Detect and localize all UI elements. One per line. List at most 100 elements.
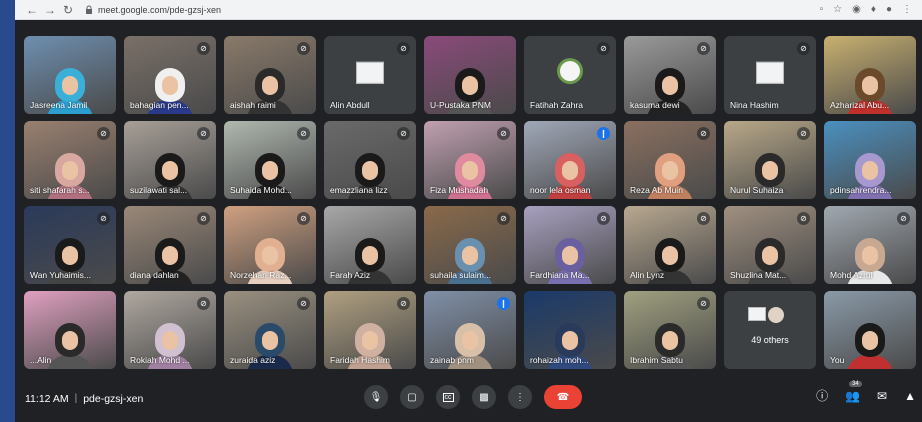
participant-tile[interactable]: ⊘ Wan Yuhaimis... (24, 206, 116, 284)
participant-tile[interactable]: ❙ zainab pnm (424, 291, 516, 369)
participant-tile[interactable]: ⊘ Nina Hashim (724, 36, 816, 114)
participant-name: Fardhiana Ma... (530, 270, 590, 280)
lock-icon (86, 5, 92, 14)
participant-name: siti shafarah s... (30, 185, 90, 195)
mic-off-icon: ⊘ (797, 212, 810, 225)
participant-name: rohaizah moh... (530, 355, 589, 365)
participant-name: Alin Lynz (630, 270, 665, 280)
participant-tile[interactable]: ❙ noor lela osman (524, 121, 616, 199)
participant-tile[interactable]: rohaizah moh... (524, 291, 616, 369)
participant-tile[interactable]: ⊘ bahagian pen... (124, 36, 216, 114)
avatar (768, 307, 784, 323)
others-tile[interactable]: 49 others (724, 291, 816, 369)
participant-tile[interactable]: U-Pustaka PNM (424, 36, 516, 114)
participant-name: Reza Ab Muin (630, 185, 683, 195)
participant-name: Farah Aziz (330, 270, 371, 280)
participant-tile[interactable]: Azharizal Abu... (824, 36, 916, 114)
mic-off-icon: ⊘ (197, 297, 210, 310)
image-placeholder-icon (756, 61, 784, 84)
activities-icon[interactable]: ▲ (904, 389, 916, 403)
participant-tile[interactable]: ⊘ Norzehan Raz... (224, 206, 316, 284)
participant-tile[interactable]: ⊘ Alin Lynz (624, 206, 716, 284)
mic-off-icon: ⊘ (397, 42, 410, 55)
participant-tile[interactable]: ⊘ Faridah Hashim (324, 291, 416, 369)
phone-hangup-icon: ☎ (556, 391, 570, 403)
participant-name: Rokiah Mohd ... (130, 355, 190, 365)
image-placeholder-icon (748, 307, 766, 321)
puzzle-icon[interactable]: ♦ (871, 4, 876, 15)
participant-tile[interactable]: ...Alin (24, 291, 116, 369)
menu-icon[interactable]: ⋮ (902, 4, 912, 15)
participant-tile[interactable]: ⊘ Fardhiana Ma... (524, 206, 616, 284)
video-icon: ▢ (407, 391, 417, 403)
participant-tile[interactable]: ⊘ Mohd Azrul (824, 206, 916, 284)
speaking-indicator-icon: ❙ (497, 297, 510, 310)
present-button[interactable]: ▩ (472, 385, 496, 409)
speaking-indicator-icon: ❙ (597, 127, 610, 140)
participant-tile[interactable]: ⊘ Nurul Suhaiza (724, 121, 816, 199)
mic-off-icon: ⊘ (397, 297, 410, 310)
profile-icon[interactable]: ● (886, 4, 892, 15)
participant-tile[interactable]: You (824, 291, 916, 369)
participant-tile[interactable]: ⊘ Rokiah Mohd ... (124, 291, 216, 369)
participant-tile[interactable]: ⊘ emazzliana lizz (324, 121, 416, 199)
back-icon[interactable]: ← (23, 3, 41, 17)
mic-off-icon: ⊘ (697, 212, 710, 225)
participant-name: Suhaida Mohd... (230, 185, 292, 195)
participant-tile[interactable]: ⊘ aishah raimi (224, 36, 316, 114)
participant-name: Mohd Azrul (830, 270, 873, 280)
participant-tile[interactable]: ⊘ Reza Ab Muin (624, 121, 716, 199)
participant-tile[interactable]: pdinsahrendra... (824, 121, 916, 199)
participant-tile[interactable]: Farah Aziz (324, 206, 416, 284)
captions-button[interactable]: cc (436, 385, 460, 409)
participant-tile[interactable]: ⊘ Fatihah Zahra (524, 36, 616, 114)
star-icon[interactable]: ☆ (833, 4, 842, 15)
participant-tile[interactable]: ⊘ suzilawati sal... (124, 121, 216, 199)
people-icon: 👥 (845, 388, 861, 403)
participant-tile[interactable]: Jasreena Jamil (24, 36, 116, 114)
more-options-button[interactable]: ⋮ (508, 385, 532, 409)
participant-tile[interactable]: ⊘ suhaila sulaim... (424, 206, 516, 284)
participant-tile[interactable]: ⊘ zuraida aziz (224, 291, 316, 369)
forward-icon[interactable]: → (41, 3, 59, 17)
more-vert-icon: ⋮ (515, 391, 525, 403)
participant-tile[interactable]: ⊘ Fiza Mushadah (424, 121, 516, 199)
participant-name: Wan Yuhaimis... (30, 270, 91, 280)
participant-tile[interactable]: ⊘ siti shafarah s... (24, 121, 116, 199)
participant-tile[interactable]: ⊘ Alin Abdull (324, 36, 416, 114)
address-bar[interactable]: meet.google.com/pde-gzsj-xen (85, 2, 820, 18)
camera-button[interactable]: ▢ (400, 385, 424, 409)
participant-name: Ibrahim Sabtu (630, 355, 683, 365)
participant-name: U-Pustaka PNM (430, 100, 491, 110)
mic-off-icon: ⊘ (597, 212, 610, 225)
participant-tile[interactable]: ⊘ Ibrahim Sabtu (624, 291, 716, 369)
extension-icon[interactable]: ◉ (852, 4, 861, 15)
participant-name: You (830, 355, 845, 365)
microphone-button[interactable]: 🎙 (364, 385, 388, 409)
mic-off-icon: ⊘ (597, 42, 610, 55)
mic-off-icon: ⊘ (497, 127, 510, 140)
participant-tile[interactable]: ⊘ Shuzlina Mat... (724, 206, 816, 284)
participant-name: zainab pnm (430, 355, 474, 365)
mic-off-icon: ⊘ (397, 127, 410, 140)
browser-toolbar: ← → ↻ meet.google.com/pde-gzsj-xen ▫ ☆ ◉… (15, 0, 922, 20)
info-icon[interactable]: ⓘ (816, 387, 828, 404)
people-button[interactable]: 34 👥 (845, 380, 862, 403)
avatar (557, 58, 583, 85)
leave-call-button[interactable]: ☎ (544, 385, 582, 409)
url-text: meet.google.com/pde-gzsj-xen (98, 4, 222, 15)
mic-off-icon: ⊘ (297, 297, 310, 310)
participant-name: kasuma dewi (630, 100, 680, 110)
camera-icon[interactable]: ▫ (820, 4, 824, 15)
meet-window: ← → ↻ meet.google.com/pde-gzsj-xen ▫ ☆ ◉… (15, 0, 922, 422)
mic-off-icon: ⊘ (797, 127, 810, 140)
chat-icon[interactable]: ✉ (877, 389, 887, 403)
participant-tile[interactable]: ⊘ diana dahlan (124, 206, 216, 284)
reload-icon[interactable]: ↻ (59, 3, 77, 17)
mic-off-icon: ⊘ (197, 212, 210, 225)
participant-tile[interactable]: ⊘ kasuma dewi (624, 36, 716, 114)
present-icon: ▩ (479, 391, 489, 403)
participant-name: Nurul Suhaiza (730, 185, 784, 195)
participant-tile[interactable]: ⊘ Suhaida Mohd... (224, 121, 316, 199)
participant-name: bahagian pen... (130, 100, 189, 110)
